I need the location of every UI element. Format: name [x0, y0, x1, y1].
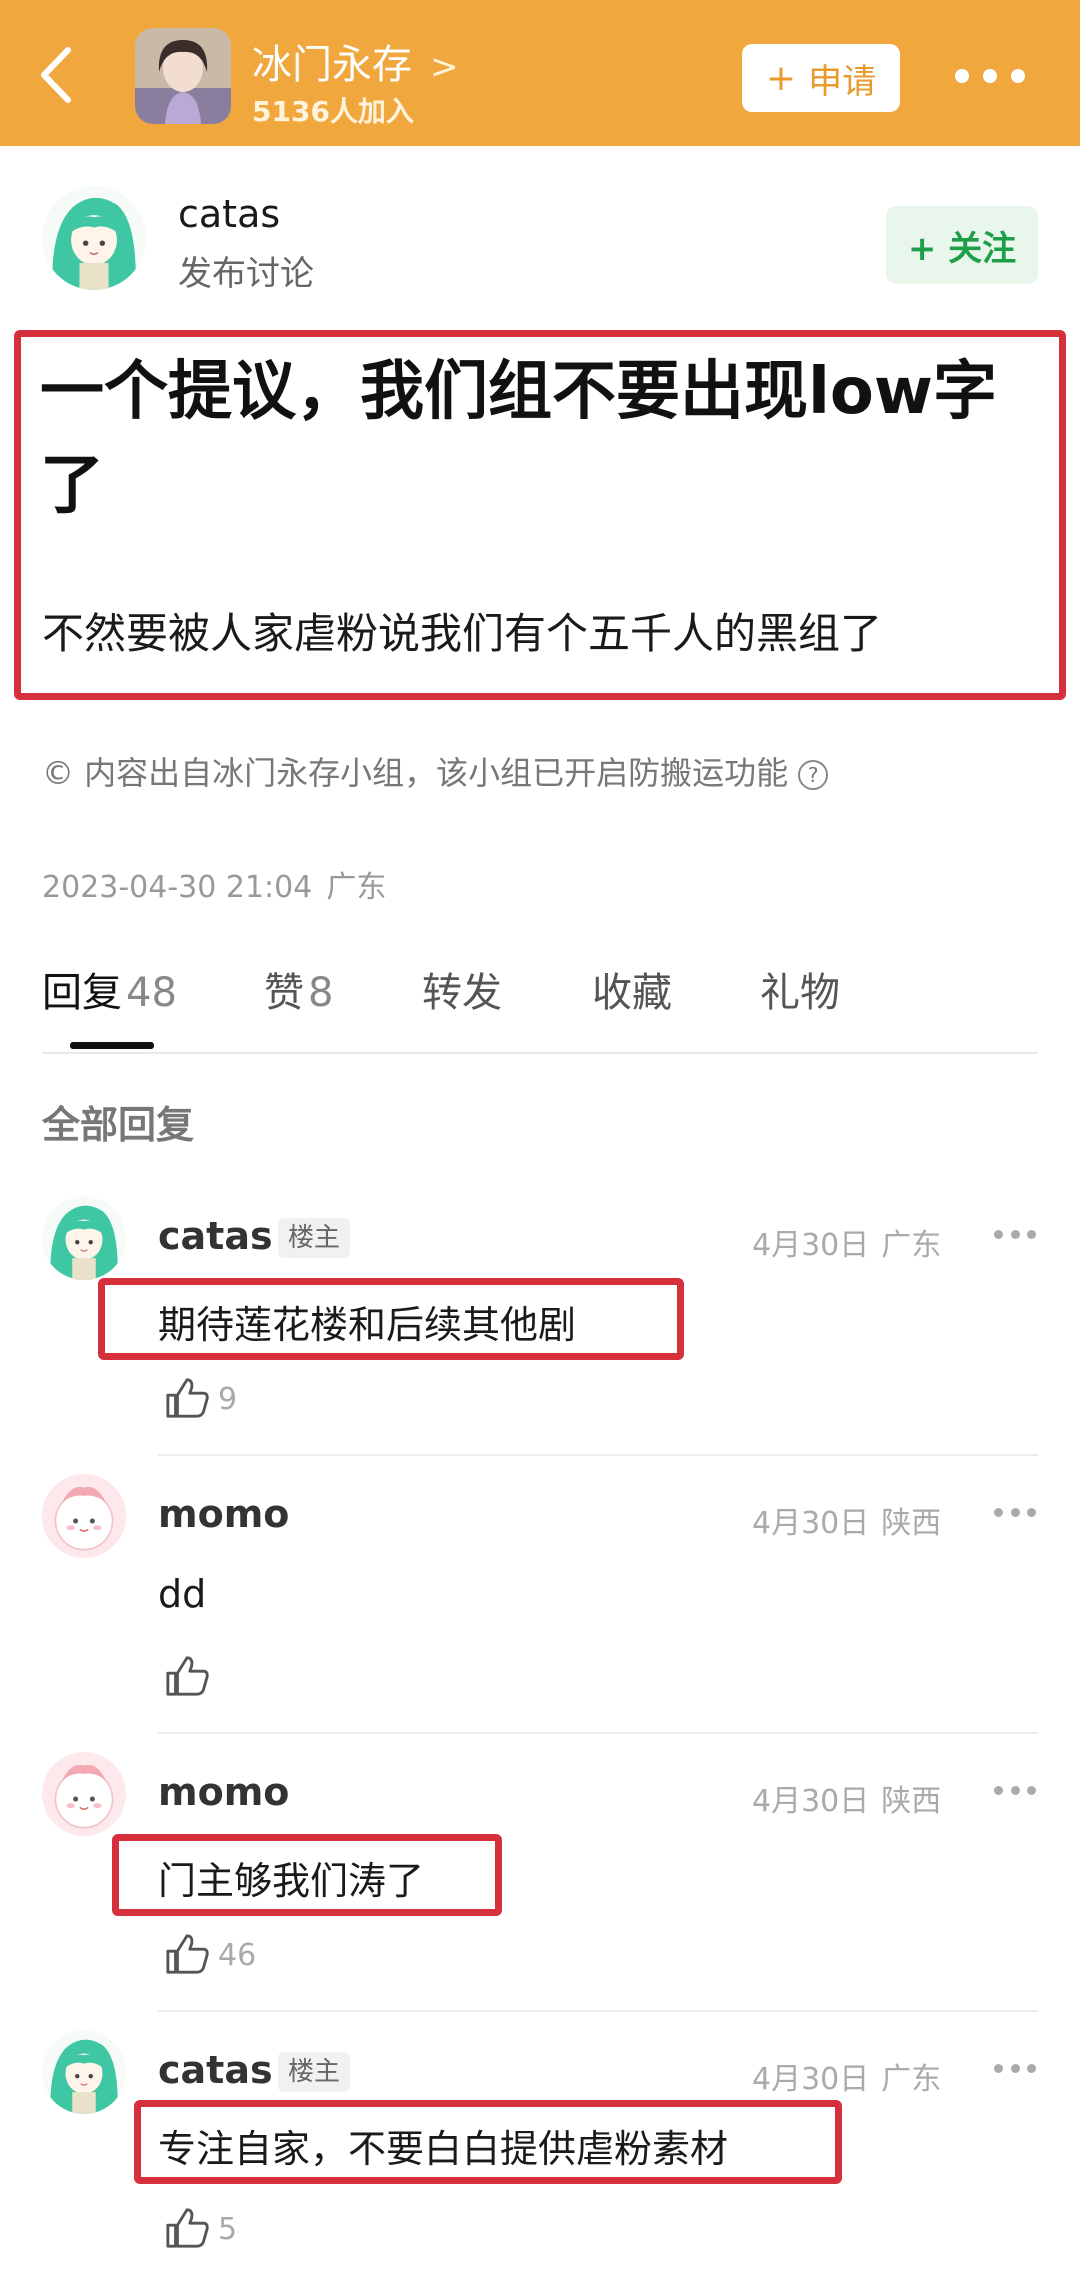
author-avatar[interactable]: [42, 186, 146, 290]
reply-author[interactable]: catas: [158, 2048, 273, 2092]
more-dots-icon[interactable]: [994, 1786, 1036, 1798]
reply-author[interactable]: catas: [158, 1214, 273, 1258]
thumbs-up-icon[interactable]: [164, 1376, 210, 1420]
op-badge: 楼主: [278, 1218, 351, 1258]
more-dots-icon[interactable]: [994, 2064, 1036, 2076]
group-name-link[interactable]: 冰门永存 >: [252, 32, 459, 90]
group-avatar[interactable]: [135, 28, 231, 124]
reply-text: 门主够我们涛了: [158, 1859, 425, 1903]
help-icon[interactable]: ?: [798, 760, 829, 790]
reply-item: momo 4月30日 陕西 dd: [0, 1474, 1080, 1734]
like-count: 5: [218, 2212, 238, 2247]
avatar[interactable]: [42, 1752, 126, 1836]
apply-label: 申请: [808, 61, 877, 102]
more-dots-icon[interactable]: [994, 1508, 1036, 1520]
reply-meta: 4月30日 广东: [752, 2062, 942, 2097]
author-name[interactable]: catas: [178, 192, 280, 236]
thumbs-up-icon[interactable]: [164, 1654, 210, 1698]
chevron-left-icon: [41, 47, 71, 103]
post-meta: 2023-04-30 21:04 广东: [42, 862, 386, 906]
tabs-divider: [42, 1052, 1038, 1054]
like-count: 46: [218, 1938, 257, 1973]
apply-button[interactable]: + 申请: [742, 44, 900, 112]
avatar[interactable]: [42, 1196, 126, 1280]
post-body: 不然要被人家虐粉说我们有个五千人的黑组了: [42, 609, 883, 658]
reply-author[interactable]: momo: [158, 1770, 289, 1814]
reply-meta: 4月30日 陕西: [752, 1506, 942, 1541]
more-dots-icon[interactable]: [994, 1230, 1036, 1242]
copyright-text: 内容出自冰门永存小组，该小组已开启防搬运功能: [84, 754, 789, 792]
like-count: 9: [218, 1382, 238, 1417]
reply-text: 专注自家，不要白白提供虐粉素材: [158, 2127, 729, 2171]
divider: [158, 1454, 1038, 1456]
tab-likes[interactable]: 赞8: [264, 960, 333, 1018]
active-tab-indicator: [70, 1042, 154, 1049]
tab-replies[interactable]: 回复 48: [42, 960, 177, 1018]
post-date: 2023-04-30 21:04: [42, 870, 313, 905]
tab-gifts[interactable]: 礼物: [760, 960, 840, 1018]
copyright-notice: © 内容出自冰门永存小组，该小组已开启防搬运功能?: [42, 748, 829, 794]
post-title: 一个提议，我们组不要出现low字了: [40, 355, 998, 523]
reply-meta: 4月30日 广东: [752, 1228, 942, 1263]
avatar[interactable]: [42, 1474, 126, 1558]
thumbs-up-icon[interactable]: [164, 1932, 210, 1976]
follow-button[interactable]: + 关注: [886, 206, 1038, 284]
post-location: 广东: [326, 870, 387, 905]
section-title: 全部回复: [42, 1103, 195, 1147]
author-subtitle: 发布讨论: [178, 254, 314, 294]
divider: [158, 1732, 1038, 1734]
avatar[interactable]: [42, 2030, 126, 2114]
divider: [158, 2010, 1038, 2012]
back-button[interactable]: [28, 40, 88, 110]
reply-text: 期待莲花楼和后续其他剧: [158, 1303, 577, 1347]
reply-author[interactable]: momo: [158, 1492, 289, 1536]
copyright-icon: ©: [42, 754, 74, 792]
reply-item: catas 楼主 4月30日 广东 期待莲花楼和后续其他剧 9: [0, 1196, 1080, 1456]
tab-forward[interactable]: 转发: [422, 960, 502, 1018]
thumbs-up-icon[interactable]: [164, 2206, 210, 2250]
group-name: 冰门永存: [252, 42, 412, 88]
chevron-right-icon: >: [430, 47, 459, 87]
member-count: 5136人加入: [252, 95, 414, 128]
reply-item: momo 4月30日 陕西 门主够我们涛了 46: [0, 1752, 1080, 2012]
plus-icon: +: [765, 57, 797, 99]
reply-text: dd: [158, 1572, 207, 1616]
more-dots-icon[interactable]: [955, 56, 1025, 96]
reply-item: catas 楼主 4月30日 广东 专注自家，不要白白提供虐粉素材 5: [0, 2030, 1080, 2278]
op-badge: 楼主: [278, 2052, 351, 2092]
group-header: 冰门永存 > 5136人加入 + 申请: [0, 0, 1080, 146]
tab-collect[interactable]: 收藏: [592, 960, 672, 1018]
reply-meta: 4月30日 陕西: [752, 1784, 942, 1819]
